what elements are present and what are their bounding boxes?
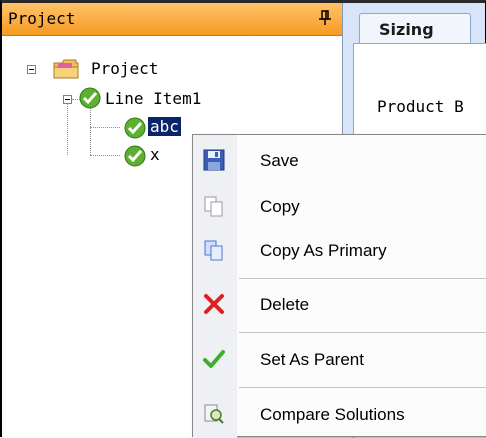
tree-item-line-item[interactable]: Line Item1 <box>105 89 201 108</box>
menu-item-copy-as-primary[interactable]: Copy As Primary <box>193 229 486 269</box>
tree-connector <box>67 95 68 155</box>
menu-item-label: Set As Parent <box>260 350 364 369</box>
check-circle-icon <box>124 117 146 139</box>
collapse-toggle[interactable] <box>27 65 36 74</box>
tree-connector <box>90 107 91 155</box>
menu-item-label: Copy As Primary <box>260 241 387 260</box>
copy-icon <box>204 196 223 217</box>
check-circle-icon <box>79 87 101 109</box>
menu-item-label: Compare Solutions <box>260 405 405 424</box>
save-icon <box>203 149 225 171</box>
tab-sizing[interactable]: Sizing <box>359 13 471 43</box>
menu-item-label: Copy <box>260 197 300 216</box>
menu-item-set-as-parent[interactable]: Set As Parent <box>193 338 486 378</box>
menu-item-label: Delete <box>260 295 310 314</box>
menu-item-copy[interactable]: Copy <box>193 185 486 225</box>
folder-icon <box>53 59 79 79</box>
tree-connector <box>90 155 120 156</box>
menu-separator <box>239 332 486 333</box>
panel-title: Project <box>8 9 76 28</box>
tree-item-project[interactable]: Project <box>91 59 158 78</box>
menu-separator <box>239 387 486 388</box>
collapse-toggle[interactable] <box>63 95 72 104</box>
tree-connector <box>90 127 120 128</box>
tab-strip: Sizing <box>343 3 485 43</box>
project-panel-header: Project <box>2 3 342 36</box>
tab-label: Sizing <box>379 20 434 39</box>
menu-separator <box>239 278 486 279</box>
pin-icon[interactable] <box>318 9 332 27</box>
checkmark-icon <box>203 350 225 368</box>
menu-item-label: Save <box>260 151 299 170</box>
context-menu: Save Copy Copy As Primary Delete Set As … <box>192 134 486 438</box>
menu-item-delete[interactable]: Delete <box>193 283 486 323</box>
tree-item-x[interactable]: x <box>150 145 160 164</box>
product-label: Product B <box>377 97 464 116</box>
copy-as-primary-icon <box>204 240 223 261</box>
compare-icon <box>204 404 224 424</box>
delete-icon <box>204 294 224 314</box>
check-circle-icon <box>124 145 146 167</box>
menu-item-save[interactable]: Save <box>193 139 486 179</box>
tree-item-abc[interactable]: abc <box>148 117 181 136</box>
menu-item-compare-solutions[interactable]: Compare Solutions <box>193 393 486 433</box>
